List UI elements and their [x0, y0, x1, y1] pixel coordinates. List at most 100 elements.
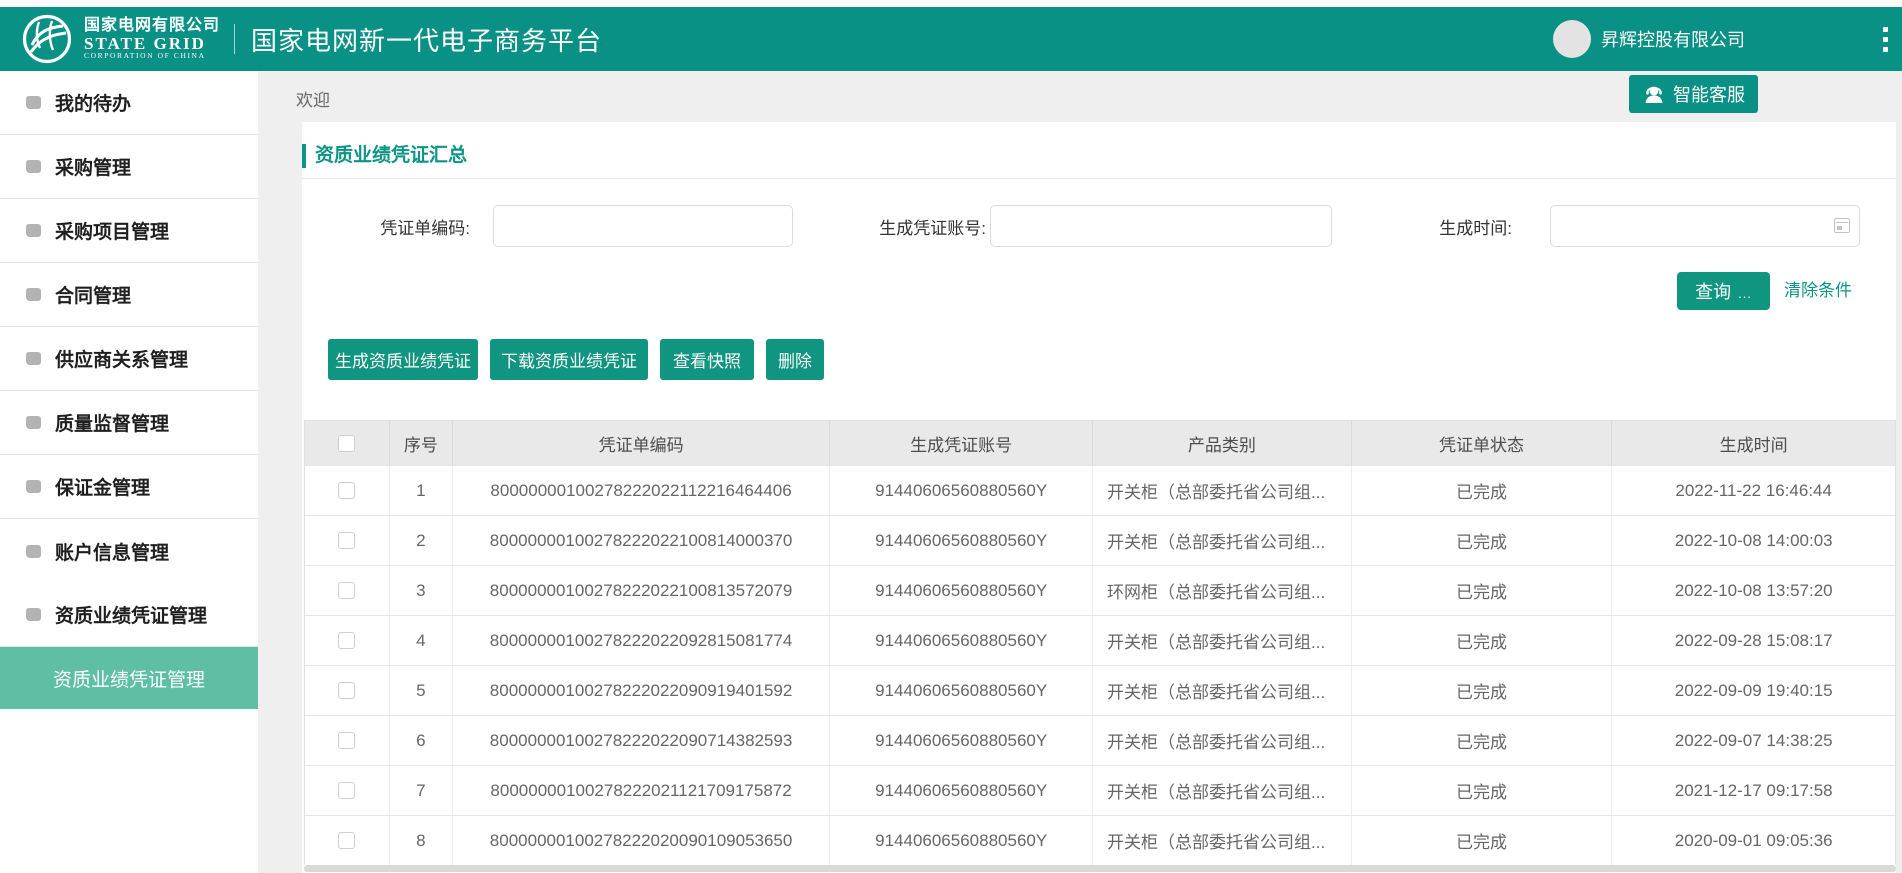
- sidebar-item[interactable]: 供应商关系管理: [0, 327, 258, 391]
- cell-category: 开关柜（总部委托省公司组...: [1093, 716, 1352, 765]
- cell-account: 91440606560880560Y: [830, 516, 1093, 565]
- menu-square-icon: [26, 352, 41, 365]
- sidebar-item[interactable]: 合同管理: [0, 263, 258, 327]
- voucher-code-input[interactable]: [493, 205, 793, 247]
- cell-seq: 8: [390, 816, 453, 865]
- filter-gen-time: 生成时间:: [1342, 205, 1860, 247]
- table-row[interactable]: 6 80000000100278222022090714382593 91440…: [305, 715, 1895, 765]
- col-category: 产品类别: [1093, 421, 1352, 465]
- gen-time-input[interactable]: [1550, 205, 1860, 247]
- menu-square-icon: [26, 224, 41, 237]
- cell-account: 91440606560880560Y: [830, 716, 1093, 765]
- row-checkbox[interactable]: [338, 782, 355, 799]
- cell-category: 开关柜（总部委托省公司组...: [1093, 516, 1352, 565]
- sidebar-nav: 我的待办 采购管理 采购项目管理 合同管理 供应商关系管理 质量监督管理 保证金…: [0, 71, 258, 647]
- filter-voucher-code: 凭证单编码:: [302, 205, 793, 247]
- table-row[interactable]: 4 80000000100278222022092815081774 91440…: [305, 615, 1895, 665]
- table-row[interactable]: 1 80000000100278222022112216464406 91440…: [305, 465, 1895, 515]
- cell-status: 已完成: [1352, 616, 1613, 665]
- menu-square-icon: [26, 608, 41, 621]
- cell-time: 2022-11-22 16:46:44: [1612, 466, 1895, 515]
- table-row[interactable]: 3 80000000100278222022100813572079 91440…: [305, 565, 1895, 615]
- cell-category: 开关柜（总部委托省公司组...: [1093, 466, 1352, 515]
- row-checkbox[interactable]: [338, 682, 355, 699]
- cell-category: 开关柜（总部委托省公司组...: [1093, 666, 1352, 715]
- smart-service-button[interactable]: 智能客服: [1629, 75, 1758, 113]
- state-grid-logo: [22, 14, 72, 64]
- cell-account: 91440606560880560Y: [830, 666, 1093, 715]
- table-body: 1 80000000100278222022112216464406 91440…: [305, 465, 1895, 865]
- cell-seq: 4: [390, 616, 453, 665]
- sidebar-subitem-active[interactable]: 资质业绩凭证管理: [0, 647, 258, 709]
- sidebar-item[interactable]: 采购管理: [0, 135, 258, 199]
- cell-code: 80000000100278222022112216464406: [453, 466, 831, 515]
- row-checkbox[interactable]: [338, 482, 355, 499]
- row-checkbox[interactable]: [338, 732, 355, 749]
- cell-code: 80000000100278222022092815081774: [453, 616, 831, 665]
- brand-text: 国家电网有限公司 STATE GRID CORPORATION OF CHINA: [84, 18, 220, 61]
- menu-square-icon: [26, 416, 41, 429]
- sidebar-item[interactable]: 我的待办: [0, 71, 258, 135]
- cell-account: 91440606560880560Y: [830, 616, 1093, 665]
- select-all-checkbox[interactable]: [338, 435, 355, 452]
- view-snapshot-button[interactable]: 查看快照: [660, 339, 754, 380]
- cell-status: 已完成: [1352, 716, 1613, 765]
- cell-status: 已完成: [1352, 566, 1613, 615]
- filter-account: 生成凭证账号:: [822, 205, 1332, 247]
- top-strip: [0, 0, 1902, 7]
- cell-status: 已完成: [1352, 666, 1613, 715]
- col-code: 凭证单编码: [453, 421, 831, 465]
- header-divider: [234, 24, 235, 54]
- cell-code: 80000000100278222022090714382593: [453, 716, 831, 765]
- action-buttons: 生成资质业绩凭证 下载资质业绩凭证 查看快照 删除: [328, 339, 824, 380]
- cell-time: 2022-10-08 13:57:20: [1612, 566, 1895, 615]
- cell-seq: 2: [390, 516, 453, 565]
- row-checkbox[interactable]: [338, 832, 355, 849]
- account-input[interactable]: [990, 205, 1332, 247]
- generate-voucher-button[interactable]: 生成资质业绩凭证: [328, 339, 478, 380]
- sidebar-item[interactable]: 资质业绩凭证管理: [0, 583, 258, 647]
- col-seq: 序号: [390, 421, 453, 465]
- row-checkbox[interactable]: [338, 632, 355, 649]
- table-row[interactable]: 5 80000000100278222022090919401592 91440…: [305, 665, 1895, 715]
- section-title: 资质业绩凭证汇总: [302, 144, 467, 168]
- horizontal-scrollbar[interactable]: [304, 865, 1896, 872]
- sidebar-item[interactable]: 保证金管理: [0, 455, 258, 519]
- search-more-dots: ...: [1738, 286, 1752, 301]
- row-checkbox[interactable]: [338, 582, 355, 599]
- avatar[interactable]: [1553, 20, 1591, 58]
- sidebar-item[interactable]: 账户信息管理: [0, 519, 258, 583]
- sidebar-item[interactable]: 质量监督管理: [0, 391, 258, 455]
- company-name[interactable]: 昇辉控股有限公司: [1601, 26, 1745, 52]
- calendar-icon[interactable]: [1834, 218, 1850, 233]
- platform-title: 国家电网新一代电子商务平台: [251, 21, 602, 58]
- main-area: 欢迎 智能客服 资质业绩凭证汇总 凭证单编码: 生成凭证账号:: [258, 71, 1902, 873]
- col-status: 凭证单状态: [1352, 421, 1613, 465]
- table-row[interactable]: 8 80000000100278222020090109053650 91440…: [305, 815, 1895, 865]
- header-right: 昇辉控股有限公司: [1553, 20, 1892, 58]
- col-time: 生成时间: [1612, 421, 1895, 465]
- sidebar-item[interactable]: 采购项目管理: [0, 199, 258, 263]
- kebab-menu-icon[interactable]: [1883, 27, 1888, 52]
- cell-account: 91440606560880560Y: [830, 816, 1093, 865]
- cell-status: 已完成: [1352, 516, 1613, 565]
- clear-filters-link[interactable]: 清除条件: [1784, 272, 1852, 310]
- cell-account: 91440606560880560Y: [830, 566, 1093, 615]
- table-row[interactable]: 2 80000000100278222022100814000370 91440…: [305, 515, 1895, 565]
- table-row[interactable]: 7 80000000100278222021121709175872 91440…: [305, 765, 1895, 815]
- download-voucher-button[interactable]: 下载资质业绩凭证: [490, 339, 648, 380]
- brand-cn: 国家电网有限公司: [84, 18, 220, 35]
- cell-seq: 7: [390, 766, 453, 815]
- cell-seq: 6: [390, 716, 453, 765]
- cell-time: 2022-09-09 19:40:15: [1612, 666, 1895, 715]
- cell-seq: 3: [390, 566, 453, 615]
- cell-category: 环网柜（总部委托省公司组...: [1093, 566, 1352, 615]
- cell-status: 已完成: [1352, 466, 1613, 515]
- cell-code: 80000000100278222022100813572079: [453, 566, 831, 615]
- sidebar: 我的待办 采购管理 采购项目管理 合同管理 供应商关系管理 质量监督管理 保证金…: [0, 71, 258, 873]
- row-checkbox[interactable]: [338, 532, 355, 549]
- menu-square-icon: [26, 288, 41, 301]
- search-button[interactable]: 查询...: [1677, 272, 1770, 310]
- delete-button[interactable]: 删除: [766, 339, 824, 380]
- menu-square-icon: [26, 545, 41, 558]
